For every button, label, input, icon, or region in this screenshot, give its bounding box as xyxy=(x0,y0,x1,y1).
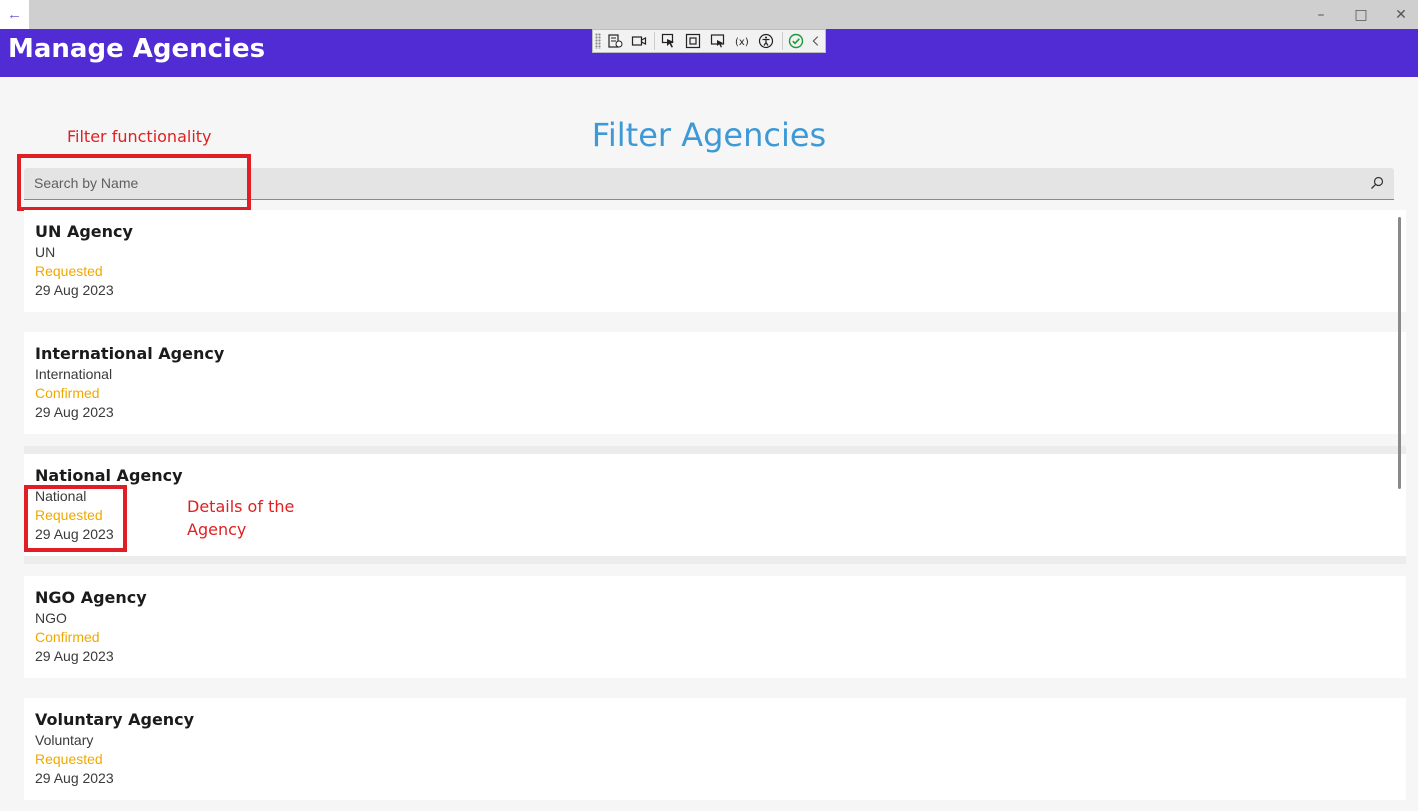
annotation-details-label: Details of the Agency xyxy=(187,495,294,541)
agency-date: 29 Aug 2023 xyxy=(35,770,114,786)
agency-card[interactable]: NGO Agency NGO Confirmed 29 Aug 2023 xyxy=(24,576,1406,678)
record-icon xyxy=(632,36,647,46)
live-visual-tree-button[interactable] xyxy=(604,31,626,51)
select-element-icon xyxy=(661,33,674,48)
accessibility-button[interactable] xyxy=(755,31,777,51)
display-layout-adorners-icon xyxy=(685,33,701,49)
agency-status: Requested xyxy=(35,263,103,279)
agency-type: NGO xyxy=(35,610,67,626)
annotation-details-box xyxy=(24,485,127,552)
binding-failures-icon: (x) xyxy=(735,37,749,48)
filter-heading: Filter Agencies xyxy=(591,116,827,154)
agency-name: NGO Agency xyxy=(35,588,147,607)
checkmark-icon xyxy=(788,33,803,49)
toolbar-separator xyxy=(654,32,656,50)
toolbar-separator xyxy=(781,32,783,50)
agency-date: 29 Aug 2023 xyxy=(35,648,114,664)
agency-date: 29 Aug 2023 xyxy=(35,282,114,298)
accessibility-icon xyxy=(759,33,774,49)
agency-status: Requested xyxy=(35,751,103,767)
collapse-chevron-icon xyxy=(812,36,819,46)
binding-failures-button[interactable]: (x) xyxy=(731,31,753,51)
agency-card[interactable]: Voluntary Agency Voluntary Requested 29 … xyxy=(24,698,1406,800)
maximize-button[interactable]: □ xyxy=(1341,0,1381,29)
agency-name: Voluntary Agency xyxy=(35,710,195,729)
back-button[interactable]: ← xyxy=(0,0,29,29)
annotation-details-line2: Agency xyxy=(187,520,247,539)
annotation-filter-box xyxy=(17,154,251,211)
agency-name: UN Agency xyxy=(35,222,133,241)
track-focus-button[interactable] xyxy=(706,31,728,51)
annotation-details-line1: Details of the xyxy=(187,497,295,516)
checkmark-button[interactable] xyxy=(785,31,807,51)
select-element-button[interactable] xyxy=(657,31,679,51)
live-visual-tree-icon xyxy=(608,34,623,48)
close-icon: ✕ xyxy=(1395,6,1407,23)
search-icon[interactable] xyxy=(1370,176,1384,190)
window-title-bar: ← – □ ✕ xyxy=(0,0,1418,29)
maximize-icon: □ xyxy=(1354,6,1368,23)
track-focus-icon xyxy=(710,34,724,48)
page-title: Manage Agencies xyxy=(8,34,266,64)
agency-status: Confirmed xyxy=(35,385,100,401)
minimize-button[interactable]: – xyxy=(1301,0,1341,29)
collapse-toolbar-button[interactable] xyxy=(809,31,823,51)
display-layout-adorners-button[interactable] xyxy=(682,31,704,51)
agency-name: International Agency xyxy=(35,344,225,363)
debug-toolbar: (x) xyxy=(592,29,826,53)
agency-status: Confirmed xyxy=(35,629,100,645)
minimize-icon: – xyxy=(1317,6,1325,23)
list-scrollbar[interactable] xyxy=(1398,217,1401,489)
close-button[interactable]: ✕ xyxy=(1381,0,1418,29)
toolbar-grip[interactable] xyxy=(595,33,601,49)
agency-type: Voluntary xyxy=(35,732,94,748)
arrow-left-icon: ← xyxy=(7,6,22,23)
agency-type: International xyxy=(35,366,113,382)
agency-card[interactable]: UN Agency UN Requested 29 Aug 2023 xyxy=(24,210,1406,312)
agency-name: National Agency xyxy=(35,466,183,485)
agency-card[interactable]: International Agency International Confi… xyxy=(24,332,1406,434)
agency-type: UN xyxy=(35,244,56,260)
svg-text:(x): (x) xyxy=(735,37,749,48)
record-button[interactable] xyxy=(628,31,650,51)
agency-date: 29 Aug 2023 xyxy=(35,404,114,420)
